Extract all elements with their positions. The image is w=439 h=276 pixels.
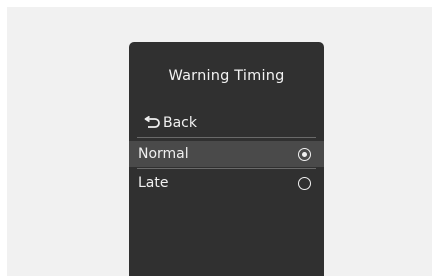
back-button[interactable]: Back [142, 113, 197, 133]
panel-title: Warning Timing [168, 68, 285, 84]
divider [137, 168, 316, 169]
back-arrow-icon [144, 116, 160, 128]
radio-unselected-icon[interactable] [298, 176, 311, 190]
option-late[interactable]: Late [129, 170, 324, 196]
warning-timing-panel: Warning Timing Back Normal Late [129, 42, 324, 276]
option-normal[interactable]: Normal [129, 141, 324, 167]
radio-selected-icon[interactable] [298, 147, 311, 161]
divider [137, 137, 316, 138]
back-label: Back [163, 115, 197, 131]
option-label: Late [138, 175, 169, 191]
option-label: Normal [138, 146, 189, 162]
